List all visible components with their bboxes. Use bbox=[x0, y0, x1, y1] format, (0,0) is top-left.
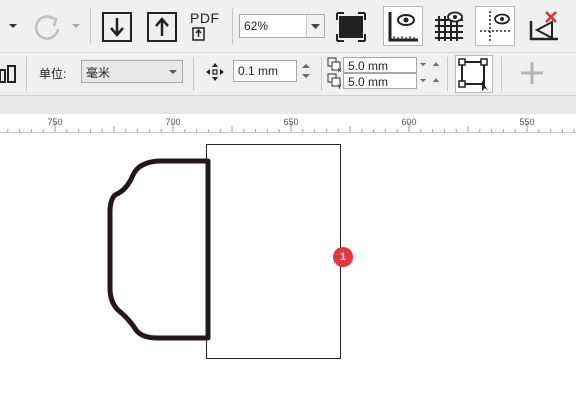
drawing-layer bbox=[107, 144, 341, 359]
rounded-profile-shape[interactable] bbox=[107, 158, 211, 341]
step-number-badge: 1 bbox=[333, 247, 353, 267]
page-rectangle[interactable] bbox=[206, 144, 341, 359]
